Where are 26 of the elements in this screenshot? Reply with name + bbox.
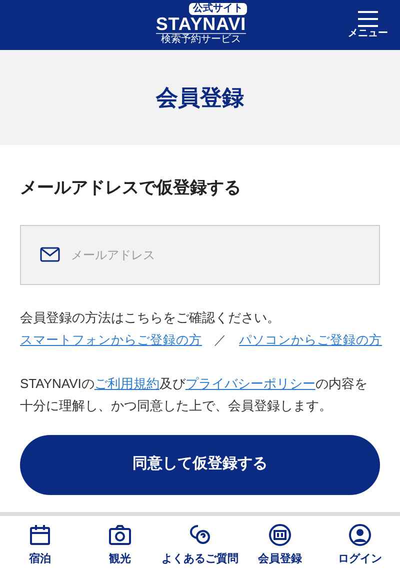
menu-icon — [357, 10, 379, 28]
pc-guide-link[interactable]: パソコンからご登録の方 — [239, 328, 382, 350]
terms-link[interactable]: プライバシーポリシー — [185, 376, 316, 390]
menu-button[interactable]: メニュー — [348, 10, 388, 40]
info-text: 会員登録の方法はこちらをご確認ください。 — [20, 308, 281, 326]
nav-tab[interactable]: 会員登録 — [240, 522, 320, 568]
envelope-icon — [40, 246, 60, 262]
submit-button[interactable]: 同意して仮登録する — [20, 434, 380, 494]
smartphone-guide-link[interactable]: スマートフォンからご登録の方 — [20, 328, 202, 350]
agreement-text: STAYNAVIのご利用規約及びプライバシーポリシーの内容を十分に理解し、かつ同意した上で、会員登録します。 — [20, 374, 368, 414]
calendar-icon — [28, 522, 52, 547]
nav-tab[interactable]: 宿泊 — [0, 522, 80, 568]
separator-text: ／ — [214, 332, 227, 348]
logo-wordmark: STAYNAVI — [156, 15, 246, 34]
site-logo[interactable]: 公式サイト STAYNAVI 検索予約サービス — [155, 3, 247, 46]
nav-tab[interactable]: よくあるご質問 — [160, 522, 240, 568]
email-field[interactable]: メールアドレス — [20, 224, 380, 284]
page-title: 会員登録 — [156, 84, 244, 112]
terms-link[interactable]: ご利用規約 — [94, 376, 160, 390]
nav-tab[interactable]: 観光 — [80, 522, 160, 568]
logo-badge: 公式サイト — [189, 3, 247, 15]
logo-subtitle: 検索予約サービス — [161, 34, 241, 46]
section-title: メールアドレスで仮登録する — [20, 177, 242, 199]
camera-icon — [108, 522, 132, 547]
user-icon — [348, 522, 372, 547]
nav-tab[interactable]: ログイン — [320, 522, 400, 568]
